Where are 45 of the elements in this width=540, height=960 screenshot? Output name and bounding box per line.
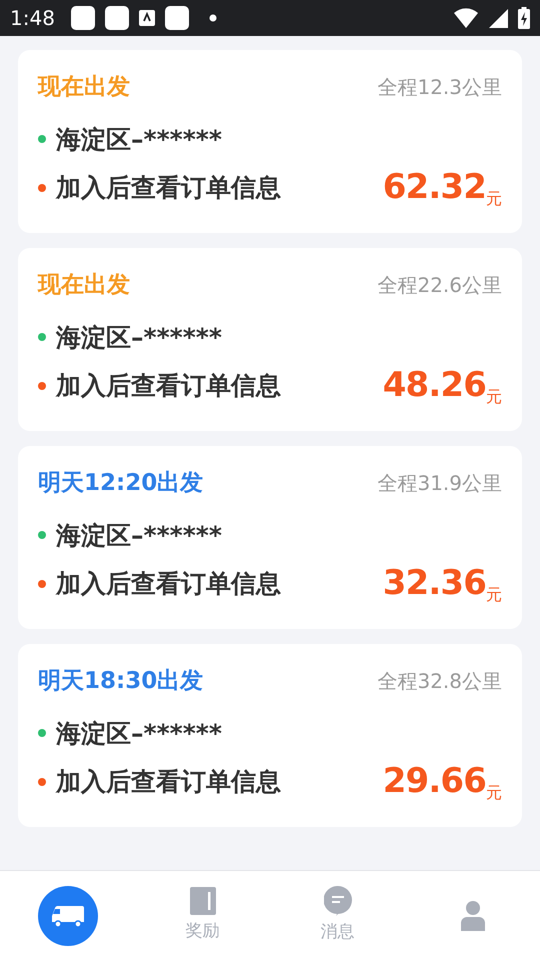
origin-dot-icon [38, 333, 46, 342]
trip-distance: 全程32.8公里 [377, 668, 502, 696]
departure-time: 明天18:30出发 [38, 667, 204, 696]
origin-dot-icon [38, 729, 46, 738]
notification-icon [138, 10, 155, 26]
origin-dot-icon [38, 135, 46, 144]
nav-tab-label: 奖励 [186, 920, 220, 943]
order-price: 48.26 [382, 364, 486, 407]
origin-address: 海淀区–****** [56, 322, 222, 354]
nav-tab-label: 消息 [320, 920, 354, 944]
chat-icon [324, 886, 352, 916]
destination-dot-icon [38, 580, 46, 588]
origin-address: 海淀区–****** [56, 124, 222, 156]
notification-icon [104, 6, 129, 30]
destination-dot-icon [38, 184, 46, 192]
notification-icon [70, 6, 95, 30]
destination-address: 加入后查看订单信息 [56, 172, 281, 204]
order-price: 29.66 [382, 760, 486, 803]
trip-distance: 全程12.3公里 [377, 74, 502, 102]
destination-dot-icon [38, 382, 46, 390]
trip-distance: 全程31.9公里 [377, 470, 502, 498]
price-unit: 元 [486, 386, 502, 408]
origin-address: 海淀区–****** [56, 520, 222, 552]
destination-address: 加入后查看订单信息 [56, 370, 281, 402]
trip-distance: 全程22.6公里 [377, 272, 502, 300]
order-price: 62.32 [382, 166, 486, 209]
signal-icon [488, 8, 508, 28]
origin-address: 海淀区–****** [56, 718, 222, 750]
wifi-icon [454, 8, 478, 28]
destination-address: 加入后查看订单信息 [56, 766, 281, 798]
departure-time: 明天12:20出发 [38, 469, 204, 498]
destination-address: 加入后查看订单信息 [56, 568, 281, 600]
departure-time: 现在出发 [38, 73, 130, 102]
dot-icon [208, 14, 217, 22]
status-time: 1:48 [10, 5, 55, 32]
battery-icon [518, 7, 530, 29]
price-unit: 元 [486, 584, 502, 606]
destination-dot-icon [38, 778, 46, 786]
departure-time: 现在出发 [38, 271, 130, 300]
price-unit: 元 [486, 782, 502, 804]
price-unit: 元 [486, 188, 502, 210]
order-price: 32.36 [382, 562, 486, 605]
origin-dot-icon [38, 531, 46, 540]
book-icon [190, 886, 216, 915]
notification-icon [164, 6, 189, 30]
